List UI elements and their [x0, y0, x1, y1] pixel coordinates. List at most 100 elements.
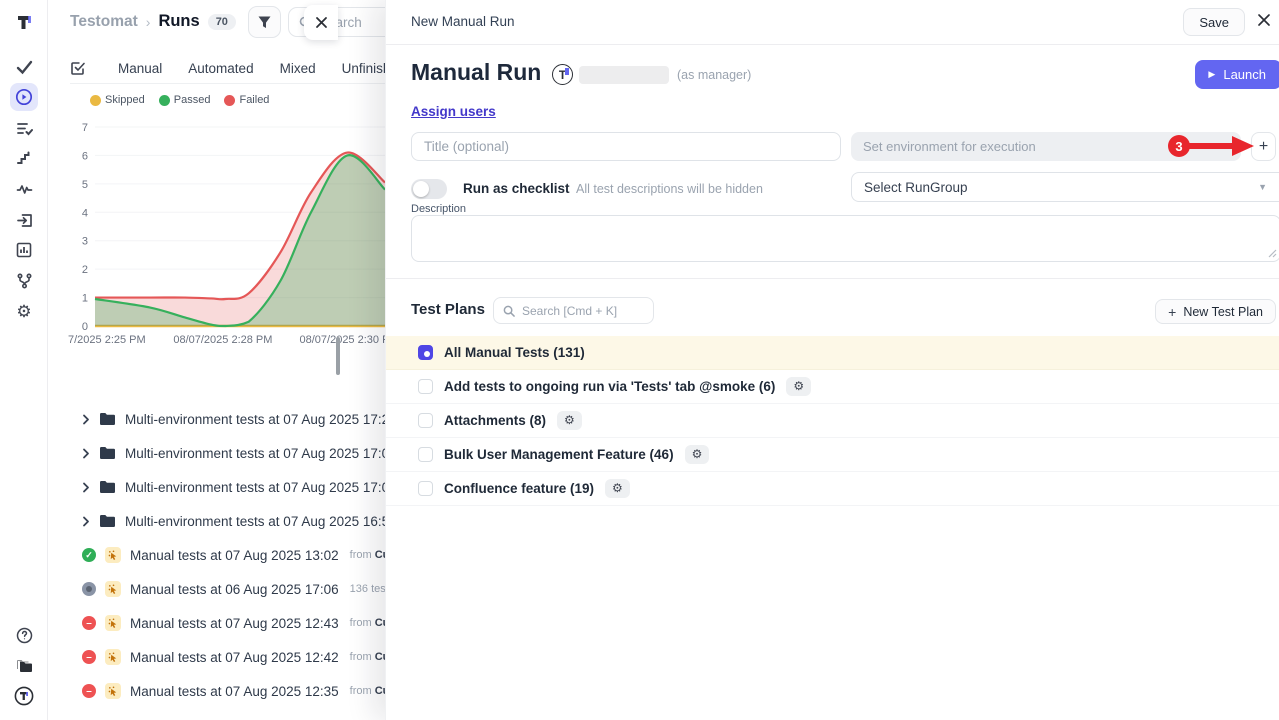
chevron-right-icon: [82, 482, 90, 493]
close-icon: [1257, 13, 1271, 27]
nav-settings-icon[interactable]: ⚙: [10, 298, 38, 326]
folder-icon: [99, 480, 116, 494]
gear-icon: ⚙: [564, 413, 575, 427]
plan-settings-button[interactable]: ⚙: [786, 377, 811, 396]
chart-legend: Skipped Passed Failed: [90, 94, 269, 106]
assign-users-link[interactable]: Assign users: [411, 104, 496, 119]
plan-checkbox[interactable]: [418, 481, 433, 496]
list-scrollbar-thumb[interactable]: [336, 337, 340, 375]
plus-icon: +: [1168, 304, 1176, 320]
test-plans-heading: Test Plans: [411, 301, 485, 318]
run-label: Manual tests at 07 Aug 2025 12:43: [130, 616, 339, 631]
select-all-icon[interactable]: [70, 60, 86, 76]
rungroup-select[interactable]: Select RunGroup ▼: [851, 172, 1279, 202]
test-plan-row[interactable]: All Manual Tests (131): [386, 336, 1279, 370]
test-plan-row[interactable]: Confluence feature (19)⚙: [386, 472, 1279, 506]
brand-logo-icon: [10, 8, 38, 36]
play-icon: ▶: [1208, 69, 1215, 80]
filter-button[interactable]: [248, 6, 281, 38]
test-plans-search[interactable]: [493, 297, 654, 324]
legend-dot: [90, 95, 101, 106]
save-button[interactable]: Save: [1183, 8, 1245, 36]
breadcrumb-separator: ›: [146, 14, 151, 30]
nav-plans-icon[interactable]: [10, 114, 38, 142]
expand-chevron[interactable]: [82, 482, 90, 493]
runs-area-chart: 012345677/2025 2:25 PM08/07/2025 2:28 PM…: [60, 110, 397, 360]
test-plans-search-input[interactable]: [522, 304, 632, 318]
owner-avatar: T: [552, 64, 573, 85]
panel-close-button[interactable]: [1257, 13, 1271, 27]
plan-label: All Manual Tests (131): [444, 345, 585, 360]
gear-icon: ⚙: [793, 379, 804, 393]
run-label: Multi-environment tests at 07 Aug 2025 1…: [125, 412, 397, 427]
manual-run-icon: [108, 686, 119, 697]
run-label: Multi-environment tests at 07 Aug 2025 1…: [125, 514, 397, 529]
nav-branches-icon[interactable]: [10, 267, 38, 295]
plan-settings-button[interactable]: ⚙: [605, 479, 630, 498]
svg-text:7/2025 2:25 PM: 7/2025 2:25 PM: [68, 334, 146, 346]
plan-label: Attachments (8): [444, 413, 546, 428]
expand-chevron[interactable]: [82, 448, 90, 459]
nav-reports-icon[interactable]: [10, 236, 38, 264]
plan-settings-button[interactable]: ⚙: [557, 411, 582, 430]
new-manual-run-panel: New Manual Run Save Manual Run T (as man…: [385, 0, 1279, 720]
expand-chevron[interactable]: [82, 414, 90, 425]
account-avatar-icon[interactable]: [10, 682, 38, 710]
manual-run-badge: [105, 649, 121, 665]
panel-close-tab-button[interactable]: [304, 5, 338, 40]
annotation-step-badge: 3: [1168, 135, 1190, 157]
description-textarea[interactable]: [411, 215, 1279, 262]
test-plan-row[interactable]: Add tests to ongoing run via 'Tests' tab…: [386, 370, 1279, 404]
help-icon[interactable]: [10, 621, 38, 649]
legend-dot: [159, 95, 170, 106]
breadcrumb: Testomat › Runs 70: [70, 12, 236, 31]
nav-import-icon[interactable]: [10, 206, 38, 234]
run-label: Manual tests at 07 Aug 2025 12:42: [130, 650, 339, 665]
run-label: Manual tests at 07 Aug 2025 12:35: [130, 684, 339, 699]
plan-label: Add tests to ongoing run via 'Tests' tab…: [444, 379, 775, 394]
projects-icon[interactable]: [10, 651, 38, 679]
tab-manual[interactable]: Manual: [118, 61, 162, 76]
test-plan-row[interactable]: Attachments (8) ⚙: [386, 404, 1279, 438]
new-test-plan-button[interactable]: + New Test Plan: [1155, 299, 1276, 324]
tab-mixed[interactable]: Mixed: [280, 61, 316, 76]
plan-checkbox[interactable]: [418, 413, 433, 428]
annotation-arrow: [1186, 135, 1256, 157]
folder-icon: [99, 446, 116, 460]
run-label: Multi-environment tests at 07 Aug 2025 1…: [125, 480, 397, 495]
description-label: Description: [411, 203, 466, 215]
plan-label: Bulk User Management Feature (46): [444, 447, 674, 462]
manual-run-badge: [105, 581, 121, 597]
run-label: Multi-environment tests at 07 Aug 2025 1…: [125, 446, 397, 461]
legend-item-passed[interactable]: Passed: [159, 94, 211, 106]
run-title-input[interactable]: [411, 132, 841, 161]
breadcrumb-brand[interactable]: Testomat: [70, 13, 138, 31]
nav-pulse-icon[interactable]: [10, 144, 38, 172]
breadcrumb-section[interactable]: Runs: [158, 12, 199, 31]
svg-text:08/07/2025 2:30 PM: 08/07/2025 2:30 PM: [300, 334, 397, 346]
plan-settings-button[interactable]: ⚙: [685, 445, 710, 464]
status-failed-icon: [82, 650, 96, 664]
resize-handle[interactable]: [1268, 249, 1277, 258]
plan-checkbox[interactable]: [418, 379, 433, 394]
funnel-icon: [257, 15, 272, 30]
legend-item-failed[interactable]: Failed: [224, 94, 269, 106]
search-icon: [503, 305, 515, 317]
expand-chevron[interactable]: [82, 516, 90, 527]
plan-checkbox[interactable]: [418, 345, 433, 360]
run-as-checklist-toggle[interactable]: [411, 179, 447, 199]
tab-automated[interactable]: Automated: [188, 61, 253, 76]
manual-run-icon: [108, 584, 119, 595]
chevron-right-icon: [82, 516, 90, 527]
nav-tests-icon[interactable]: [10, 53, 38, 81]
status-failed-icon: [82, 616, 96, 630]
nav-runs-icon[interactable]: [10, 83, 38, 111]
legend-item-skipped[interactable]: Skipped: [90, 94, 145, 106]
test-plan-row[interactable]: Bulk User Management Feature (46) ⚙: [386, 438, 1279, 472]
nav-rail: ⚙: [0, 0, 48, 720]
nav-analytics-icon[interactable]: [10, 175, 38, 203]
checklist-hint: All test descriptions will be hidden: [576, 182, 763, 196]
launch-button[interactable]: ▶ Launch: [1195, 60, 1279, 89]
plan-checkbox[interactable]: [418, 447, 433, 462]
test-plan-list: All Manual Tests (131) Add tests to ongoi…: [386, 336, 1279, 506]
